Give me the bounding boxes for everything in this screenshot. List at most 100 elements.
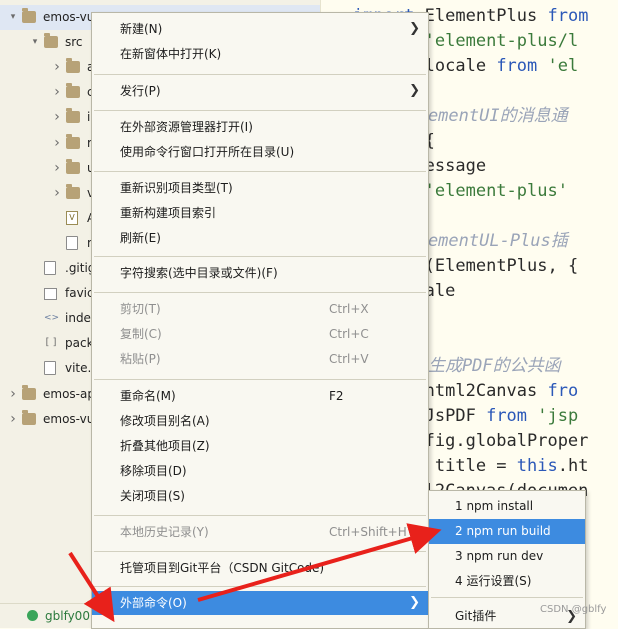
menu-separator — [94, 292, 426, 293]
menu-item[interactable]: 在外部资源管理器打开(I) — [92, 115, 428, 139]
menu-item[interactable]: 重新构建项目索引 — [92, 201, 428, 225]
chevron-right-icon[interactable]: › — [52, 80, 62, 105]
menu-item-label: 重新识别项目类型(T) — [120, 181, 233, 195]
html-file-icon: <> — [44, 313, 60, 324]
chevron-right-icon[interactable]: › — [52, 131, 62, 156]
chevron-down-icon[interactable]: ▾ — [8, 5, 18, 30]
menu-item: 粘贴(P) Ctrl+V — [92, 347, 428, 371]
chevron-right-icon[interactable]: › — [8, 382, 18, 407]
tree-item-label: inde — [65, 311, 91, 326]
file-icon — [66, 235, 78, 250]
menu-item-label: 重命名(M) — [120, 389, 176, 403]
menu-separator — [94, 515, 426, 516]
folder-icon — [44, 33, 58, 49]
menu-item-label: 发行(P) — [120, 84, 161, 98]
menu-separator — [94, 171, 426, 172]
chevron-right-icon[interactable]: › — [52, 55, 62, 80]
folder-icon — [66, 158, 80, 174]
menu-item-label: 粘贴(P) — [120, 352, 161, 366]
menu-item[interactable]: 在新窗体中打开(K) — [92, 42, 428, 66]
watermark: CSDN @gblfy — [540, 604, 607, 615]
submenu-arrow-icon: ❯ — [409, 595, 420, 610]
menu-item[interactable]: 移除项目(D) — [92, 459, 428, 483]
menu-item-label: 在新窗体中打开(K) — [120, 47, 222, 61]
submenu-item[interactable]: 2 npm run build — [429, 519, 585, 544]
submenu-item[interactable]: 4 运行设置(S) — [429, 569, 585, 594]
tree-item-label: emos-ap — [43, 386, 95, 401]
image-file-icon — [44, 288, 57, 301]
code-token: fro — [547, 381, 579, 401]
menu-item[interactable]: 托管项目到Git平台（CSDN GitCode) — [92, 556, 428, 580]
code-token: this — [516, 456, 558, 476]
code-token: 'jsp — [537, 406, 579, 426]
vue-file-icon: V — [66, 210, 78, 225]
menu-item[interactable]: 外部命令(O) ❯ — [92, 591, 428, 615]
user-status-icon — [27, 610, 38, 621]
menu-separator — [94, 74, 426, 75]
chevron-right-icon[interactable]: › — [8, 407, 18, 432]
menu-separator — [94, 256, 426, 257]
menu-item-label: 重新构建项目索引 — [120, 206, 217, 220]
chevron-right-icon[interactable]: › — [52, 156, 62, 181]
menu-separator — [94, 379, 426, 380]
menu-item[interactable]: 新建(N) ❯ — [92, 17, 428, 41]
folder-icon — [22, 8, 36, 23]
submenu-item-label: 3 npm run dev — [455, 549, 544, 563]
submenu-item[interactable]: 3 npm run dev — [429, 544, 585, 569]
code-token: (ElementPlus, { — [424, 256, 579, 276]
menu-item-label: 折叠其他项目(Z) — [120, 439, 210, 453]
menu-item-shortcut: Ctrl+V — [329, 352, 369, 366]
code-token: JsPDF — [424, 406, 487, 426]
code-token: .ht — [557, 456, 589, 476]
tree-item-label: pack — [65, 336, 94, 351]
menu-item-label: 移除项目(D) — [120, 464, 187, 478]
menu-separator — [94, 110, 426, 111]
menu-separator — [94, 586, 426, 587]
menu-item[interactable]: 关闭项目(S) — [92, 484, 428, 508]
menu-item-label: 新建(N) — [120, 22, 163, 36]
menu-item-label: 本地历史记录(Y) — [120, 525, 209, 539]
menu-item-label: 使用命令行窗口打开所在目录(U) — [120, 145, 295, 159]
submenu-item[interactable]: 1 npm install — [429, 494, 585, 519]
menu-item[interactable]: 重新识别项目类型(T) — [92, 176, 428, 200]
menu-item-label: 在外部资源管理器打开(I) — [120, 120, 253, 134]
folder-icon — [66, 183, 80, 199]
menu-item[interactable]: 修改项目别名(A) — [92, 409, 428, 433]
code-token: locale — [424, 56, 497, 76]
menu-separator — [94, 551, 426, 552]
menu-item[interactable]: 发行(P) ❯ — [92, 79, 428, 103]
submenu-item-label: 1 npm install — [455, 499, 534, 513]
status-username[interactable]: gblfy00 — [45, 604, 90, 628]
chevron-right-icon[interactable]: › — [52, 105, 62, 130]
menu-item-shortcut: Ctrl+C — [329, 327, 369, 341]
tree-item-label: src — [65, 35, 83, 50]
chevron-down-icon[interactable]: ▾ — [30, 30, 40, 55]
menu-item-shortcut: Ctrl+Shift+H — [329, 525, 407, 539]
code-token: 'element-plus' — [424, 181, 568, 201]
context-menu: 新建(N) ❯ 在新窗体中打开(K) 发行(P) ❯ 在外部资源管理器打开(I) 使用命令行… — [91, 12, 429, 629]
json-file-icon: [ ] — [45, 337, 57, 349]
tree-item-label: i — [87, 110, 91, 125]
menu-item[interactable]: 重命名(M) F2 — [92, 384, 428, 408]
code-token: 'el — [547, 56, 579, 76]
folder-icon — [22, 409, 36, 425]
folder-icon — [66, 108, 80, 124]
menu-item[interactable]: 字符搜索(选中目录或文件)(F) — [92, 261, 428, 285]
code-token: ElementPlus — [424, 6, 548, 26]
submenu-item-label: 2 npm run build — [455, 524, 551, 538]
menu-item-shortcut: F2 — [329, 389, 344, 403]
chevron-right-icon[interactable]: › — [52, 181, 62, 206]
menu-item: 剪切(T) Ctrl+X — [92, 297, 428, 321]
menu-item[interactable]: 使用命令行窗口打开所在目录(U) — [92, 140, 428, 164]
menu-item-shortcut: Ctrl+X — [329, 302, 369, 316]
code-token: from — [486, 406, 538, 426]
menu-item-label: 外部命令(O) — [120, 596, 187, 610]
code-token: html2Canvas — [424, 381, 548, 401]
menu-item[interactable]: 折叠其他项目(Z) — [92, 434, 428, 458]
folder-icon — [66, 133, 80, 149]
menu-item-label: 字符搜索(选中目录或文件)(F) — [120, 266, 278, 280]
tree-item-label: emos-vu — [43, 411, 95, 426]
code-token: title = — [434, 456, 517, 476]
submenu-arrow-icon: ❯ — [409, 21, 420, 36]
menu-item[interactable]: 刷新(E) — [92, 226, 428, 250]
